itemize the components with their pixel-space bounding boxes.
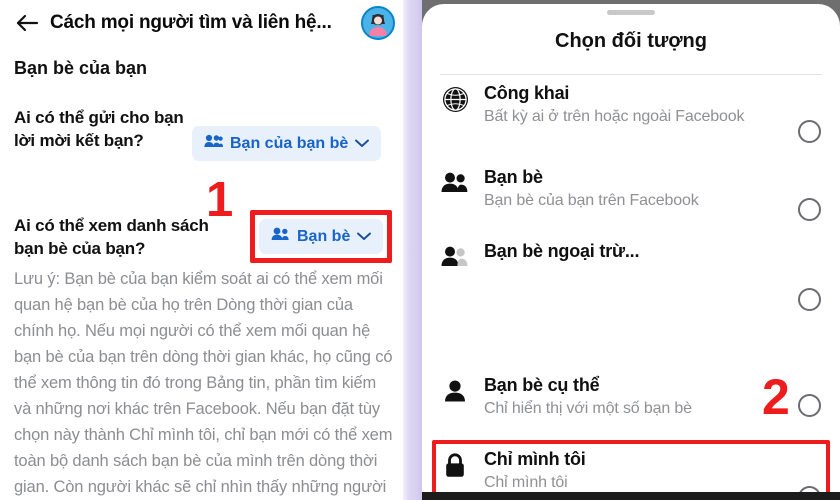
right-audience-sheet-panel: Chọn đối tượng Công khai Bất kỳ ai ở trê… — [422, 0, 840, 500]
list-item-text: Công khai Bất kỳ ai ở trên hoặc ngoài Fa… — [484, 82, 774, 128]
screen-bottom-edge — [422, 492, 840, 500]
list-item-text: Bạn bè Bạn bè của bạn trên Facebook — [484, 166, 774, 212]
setting-question-label: Ai có thể xem danh sách bạn bè của bạn? — [14, 216, 209, 258]
section-title-your-friends: Bạn bè của bạn — [14, 58, 148, 78]
list-item-sublabel: Bạn bè của bạn trên Facebook — [484, 192, 699, 209]
chevron-down-icon — [355, 136, 370, 151]
friend-list-audience-button[interactable]: Bạn bè — [259, 219, 384, 254]
sheet-title: Chọn đối tượng — [555, 30, 707, 52]
list-item-text: Bạn bè ngoại trừ... — [484, 240, 774, 264]
annotation-step-1: 1 — [206, 173, 234, 227]
sheet-drag-handle[interactable] — [607, 10, 655, 15]
radio-friends[interactable] — [798, 198, 821, 221]
page-title: Cách mọi người tìm và liên hệ... — [50, 12, 332, 33]
left-settings-panel: Cách mọi người tìm và liên hệ... Bạn bè … — [0, 0, 403, 500]
list-item-label: Bạn bè — [484, 167, 543, 187]
friend-requests-audience-label: Bạn của bạn bè — [230, 134, 349, 152]
radio-public[interactable] — [798, 120, 821, 143]
list-item-label: Bạn bè ngoại trừ... — [484, 241, 640, 261]
list-item-sublabel: Chỉ mình tôi — [484, 474, 568, 491]
setting-question-label: Ai có thể gửi cho bạn lời mời kết bạn? — [14, 108, 184, 150]
chevron-down-icon — [357, 229, 372, 244]
sheet-divider — [440, 74, 822, 75]
person-icon — [440, 376, 470, 406]
list-item-label: Bạn bè cụ thể — [484, 375, 600, 395]
list-item-label: Công khai — [484, 83, 570, 103]
lock-icon — [440, 450, 470, 480]
radio-friends-except[interactable] — [798, 288, 821, 311]
radio-specific-friends[interactable] — [798, 394, 821, 417]
list-item-sublabel: Bất kỳ ai ở trên hoặc ngoài Facebook — [484, 108, 745, 125]
privacy-note-text: Lưu ý: Bạn bè của bạn kiểm soát ai có th… — [14, 270, 393, 496]
annotation-step-2: 2 — [762, 369, 790, 425]
list-item-text: Bạn bè cụ thể Chỉ hiển thị với một số bạ… — [484, 374, 774, 420]
list-item-label: Chỉ mình tôi — [484, 449, 586, 469]
friend-requests-audience-button[interactable]: Bạn của bạn bè — [192, 126, 382, 161]
friends-except-icon — [440, 242, 470, 272]
list-item-sublabel: Chỉ hiển thị với một số bạn bè — [484, 400, 692, 417]
highlight-box-step-1: Bạn bè — [250, 210, 393, 263]
globe-icon — [440, 84, 470, 114]
screenshot-root: Cách mọi người tìm và liên hệ... Bạn bè … — [0, 0, 840, 500]
avatar[interactable] — [361, 6, 395, 40]
friends-icon — [271, 227, 290, 246]
friends-icon — [440, 168, 470, 198]
panel-divider — [403, 0, 422, 500]
back-arrow-icon[interactable] — [14, 10, 40, 36]
list-item-text: Chỉ mình tôi Chỉ mình tôi — [484, 448, 774, 494]
left-panel-header: Cách mọi người tìm và liên hệ... — [0, 0, 403, 46]
friends-of-friends-icon — [204, 134, 223, 153]
friend-list-audience-label: Bạn bè — [297, 227, 351, 245]
